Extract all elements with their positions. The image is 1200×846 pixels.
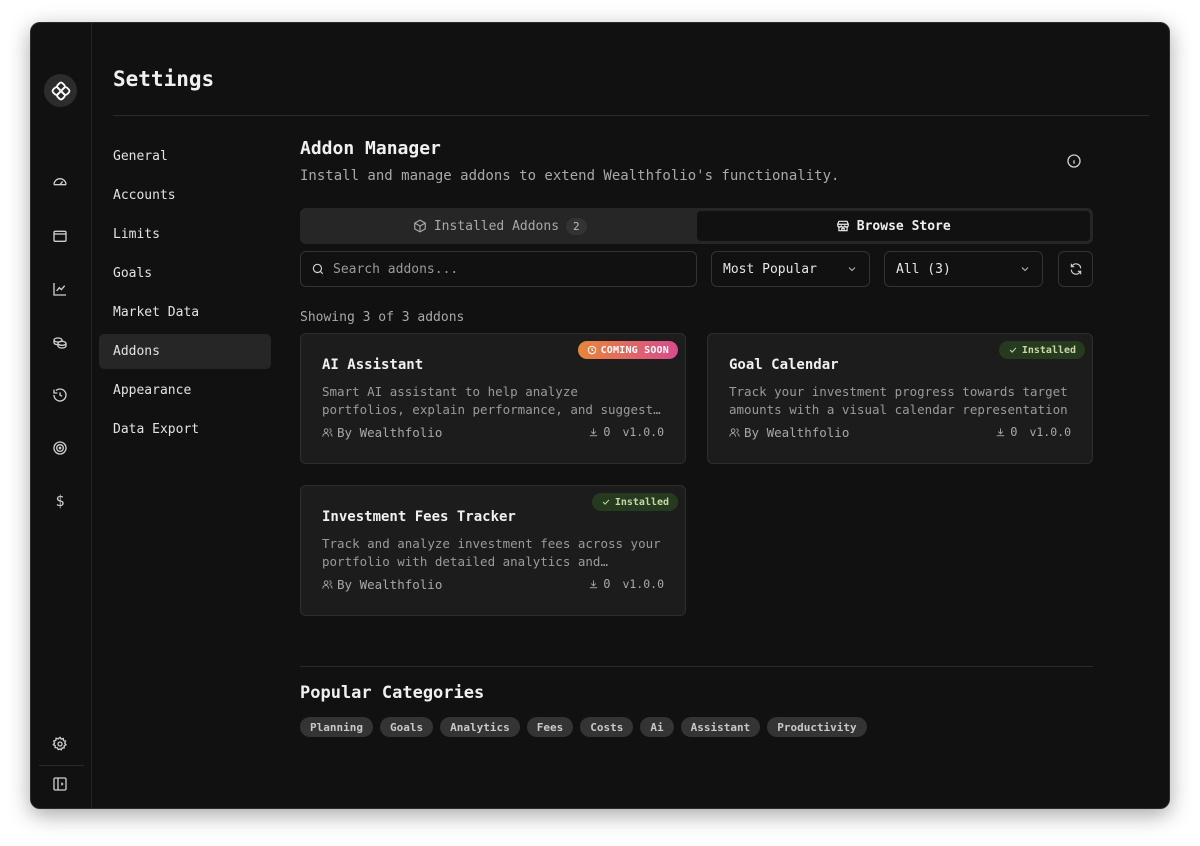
users-icon: [729, 428, 740, 437]
addon-name: Investment Fees Tracker: [322, 509, 516, 525]
category-chip[interactable]: Productivity: [767, 717, 867, 737]
app-logo[interactable]: [44, 74, 77, 107]
settings-nav-market-data[interactable]: Market Data: [99, 295, 271, 330]
rail-divider: [39, 765, 84, 766]
tab-browse-store[interactable]: Browse Store: [696, 211, 1090, 241]
addon-card-ai-assistant[interactable]: COMING SOON AI Assistant Smart AI assist…: [300, 333, 686, 464]
addon-description: Track and analyze investment fees across…: [322, 536, 661, 569]
users-icon: [322, 580, 333, 589]
header-divider: [113, 115, 1149, 116]
addon-author: By Wealthfolio: [729, 425, 849, 440]
installed-count-badge: 2: [566, 217, 587, 235]
icon-rail: $: [31, 23, 92, 808]
download-count: 0: [603, 425, 611, 439]
addon-version: v1.0.0: [622, 425, 664, 439]
download-icon: [590, 579, 598, 588]
coins-icon[interactable]: [50, 332, 70, 352]
addon-version: v1.0.0: [1029, 425, 1071, 439]
page-title: Settings: [113, 67, 215, 91]
sidebar-toggle-icon[interactable]: [50, 774, 70, 794]
logo-icon: [51, 81, 70, 100]
addon-description: Smart AI assistant to help analyze portf…: [322, 384, 654, 417]
addon-meta: 0 v1.0.0: [995, 425, 1071, 439]
download-count: 0: [603, 577, 611, 591]
sort-select[interactable]: Most Popular: [711, 251, 870, 287]
download-count: 0: [1010, 425, 1018, 439]
category-chip[interactable]: Costs: [580, 717, 634, 737]
settings-nav-goals[interactable]: Goals: [99, 256, 271, 291]
tab-browse-label: Browse Store: [856, 218, 951, 234]
tab-installed-addons[interactable]: Installed Addons 2: [303, 211, 697, 241]
refresh-icon: [1070, 263, 1081, 275]
dollar-icon[interactable]: $: [50, 491, 70, 511]
addon-version: v1.0.0: [622, 577, 664, 591]
app-window: $ Settings General Accounts Limits Goals…: [30, 22, 1170, 809]
store-icon: [836, 220, 849, 232]
sort-select-value: Most Popular: [723, 261, 817, 277]
package-icon: [413, 219, 426, 233]
coming-soon-badge: COMING SOON: [577, 341, 678, 359]
category-chips: Planning Goals Analytics Fees Costs Ai A…: [300, 717, 867, 737]
users-icon: [322, 428, 333, 437]
category-chip[interactable]: Analytics: [440, 717, 520, 737]
addon-name: Goal Calendar: [729, 357, 839, 373]
section-title: Addon Manager: [300, 138, 441, 159]
chevron-down-icon: [1021, 267, 1029, 272]
refresh-button[interactable]: [1058, 251, 1093, 287]
filter-select[interactable]: All (3): [884, 251, 1043, 287]
tab-installed-label: Installed Addons: [433, 218, 560, 234]
dashboard-icon[interactable]: [50, 172, 70, 192]
settings-nav-addons[interactable]: Addons: [99, 334, 271, 369]
history-icon[interactable]: [50, 385, 70, 405]
addon-tabs: Installed Addons 2 Browse Store: [300, 208, 1093, 244]
target-icon[interactable]: [50, 438, 70, 458]
download-icon: [590, 427, 598, 436]
filter-select-value: All (3): [896, 261, 951, 277]
category-chip[interactable]: Fees: [526, 717, 574, 737]
search-box: [300, 251, 697, 287]
addon-description: Track your investment progress towards t…: [729, 384, 1068, 417]
search-input[interactable]: [333, 261, 673, 277]
category-chip[interactable]: Assistant: [680, 717, 761, 737]
installed-badge: Installed: [591, 493, 678, 511]
settings-icon[interactable]: [50, 734, 70, 754]
chevron-down-icon: [848, 267, 856, 272]
popular-categories-title: Popular Categories: [300, 683, 485, 703]
wallet-icon[interactable]: [50, 226, 70, 246]
section-description: Install and manage addons to extend Weal…: [300, 168, 840, 184]
check-icon: [602, 499, 610, 505]
check-icon: [1009, 347, 1017, 353]
addon-meta: 0 v1.0.0: [588, 577, 664, 591]
addon-card-investment-fees-tracker[interactable]: Installed Investment Fees Tracker Track …: [300, 485, 686, 616]
settings-nav-limits[interactable]: Limits: [99, 217, 271, 252]
category-chip[interactable]: Ai: [640, 717, 674, 737]
settings-nav: General Accounts Limits Goals Market Dat…: [99, 139, 271, 451]
addon-author: By Wealthfolio: [322, 577, 442, 592]
search-icon: [312, 263, 324, 275]
download-icon: [997, 427, 1005, 436]
results-count: Showing 3 of 3 addons: [300, 310, 465, 325]
addon-author: By Wealthfolio: [322, 425, 442, 440]
info-icon[interactable]: [1066, 153, 1082, 169]
addon-name: AI Assistant: [322, 357, 424, 373]
addon-card-goal-calendar[interactable]: Installed Goal Calendar Track your inves…: [707, 333, 1093, 464]
category-chip[interactable]: Goals: [379, 717, 434, 737]
category-chip[interactable]: Planning: [300, 717, 373, 737]
settings-nav-general[interactable]: General: [99, 139, 271, 174]
chart-icon[interactable]: [50, 279, 70, 299]
settings-nav-data-export[interactable]: Data Export: [99, 412, 271, 447]
categories-divider: [300, 666, 1093, 667]
clock-icon: [587, 345, 596, 355]
settings-nav-appearance[interactable]: Appearance: [99, 373, 271, 408]
addon-meta: 0 v1.0.0: [588, 425, 664, 439]
settings-nav-accounts[interactable]: Accounts: [99, 178, 271, 213]
installed-badge: Installed: [998, 341, 1085, 359]
